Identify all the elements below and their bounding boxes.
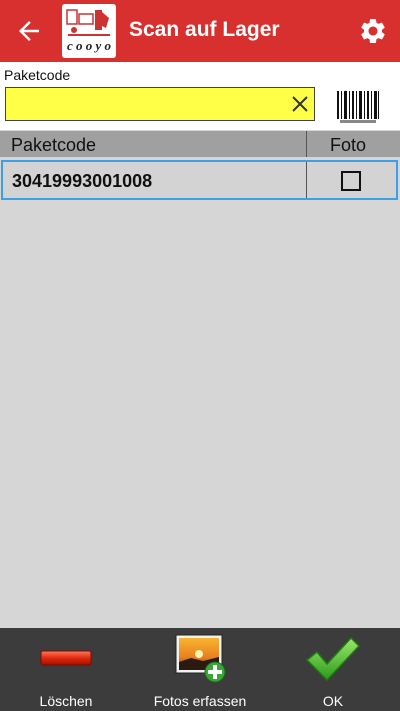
- paketcode-input[interactable]: [6, 88, 276, 120]
- add-photos-label: Fotos erfassen: [153, 693, 247, 709]
- back-arrow-icon[interactable]: [14, 16, 44, 46]
- paketcode-field[interactable]: [5, 87, 315, 121]
- delete-icon: [40, 650, 92, 666]
- row-divider: [306, 162, 307, 198]
- svg-text:c o o y o: c o o y o: [67, 38, 112, 53]
- bottom-action-bar: Löschen Fotos erfassen OK: [0, 628, 400, 711]
- paketcode-label: Paketcode: [4, 67, 71, 83]
- delete-label: Löschen: [39, 693, 93, 709]
- ok-label: OK: [322, 693, 344, 709]
- foto-checkbox[interactable]: [341, 171, 361, 191]
- gear-icon[interactable]: [358, 16, 388, 46]
- row-paketcode: 30419993001008: [12, 171, 153, 191]
- column-header-paketcode: Paketcode: [11, 135, 97, 155]
- clear-icon[interactable]: [290, 94, 310, 114]
- app-bar: c o o y o Scan auf Lager: [0, 0, 400, 62]
- delete-button[interactable]: Löschen: [16, 628, 116, 711]
- add-photo-icon: [175, 634, 226, 683]
- app-logo-icon: c o o y o: [62, 4, 116, 58]
- barcode-icon[interactable]: [334, 89, 382, 125]
- paketcode-input-area: Paketcode: [0, 62, 400, 130]
- column-divider: [306, 131, 307, 157]
- checkmark-icon: [306, 637, 360, 681]
- ok-button[interactable]: OK: [290, 628, 376, 711]
- page-title: Scan auf Lager: [129, 18, 280, 41]
- table-row[interactable]: 30419993001008: [1, 160, 398, 200]
- table-header: Paketcode Foto: [0, 131, 400, 157]
- add-photos-button[interactable]: Fotos erfassen: [140, 628, 260, 711]
- column-header-foto: Foto: [330, 135, 367, 155]
